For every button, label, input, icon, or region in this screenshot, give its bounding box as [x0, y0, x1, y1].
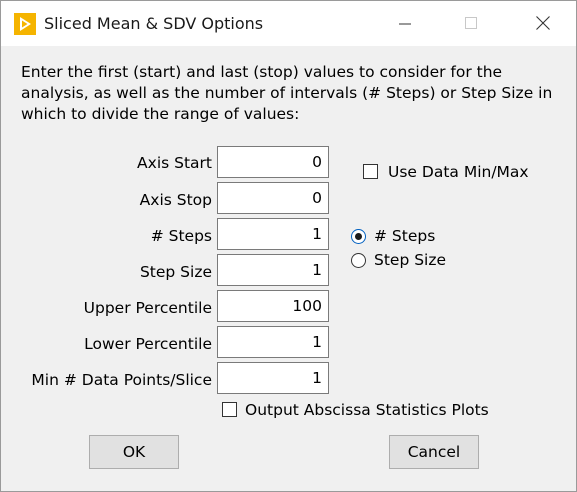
num-steps-radio[interactable]: [351, 229, 366, 244]
min-data-points-input[interactable]: [217, 362, 329, 394]
lower-percentile-input[interactable]: [217, 326, 329, 358]
min-data-points-label: Min # Data Points/Slice: [31, 371, 212, 389]
output-abscissa-checkbox[interactable]: [222, 402, 237, 417]
upper-percentile-label: Upper Percentile: [83, 299, 212, 317]
axis-start-input[interactable]: [217, 146, 329, 178]
step-size-radio-label[interactable]: Step Size: [374, 251, 446, 269]
close-button[interactable]: [513, 1, 573, 46]
step-size-input[interactable]: [217, 254, 329, 286]
instructions-text: Enter the first (start) and last (stop) …: [21, 63, 553, 123]
dialog-window: Sliced Mean & SDV Options Enter the firs…: [0, 0, 577, 492]
num-steps-input[interactable]: [217, 218, 329, 250]
minimize-icon: [399, 23, 411, 25]
step-size-label: Step Size: [139, 263, 212, 281]
close-icon: [536, 16, 550, 30]
num-steps-label: # Steps: [150, 227, 212, 245]
lower-percentile-label: Lower Percentile: [84, 335, 212, 353]
window-title: Sliced Mean & SDV Options: [44, 14, 264, 33]
ok-button[interactable]: OK: [89, 435, 179, 469]
title-bar[interactable]: Sliced Mean & SDV Options: [1, 1, 576, 46]
play-triangle-icon: [14, 13, 36, 35]
axis-start-label: Axis Start: [137, 154, 212, 172]
use-data-minmax-checkbox[interactable]: [363, 164, 378, 179]
maximize-button[interactable]: [441, 1, 501, 46]
num-steps-radio-label[interactable]: # Steps: [374, 227, 435, 245]
step-size-radio[interactable]: [351, 253, 366, 268]
maximize-icon: [465, 17, 477, 29]
cancel-button[interactable]: Cancel: [389, 435, 479, 469]
output-abscissa-label[interactable]: Output Abscissa Statistics Plots: [245, 401, 489, 419]
use-data-minmax-label[interactable]: Use Data Min/Max: [388, 163, 529, 181]
axis-stop-label: Axis Stop: [139, 191, 212, 209]
minimize-button[interactable]: [375, 1, 435, 46]
upper-percentile-input[interactable]: [217, 290, 329, 322]
axis-stop-input[interactable]: [217, 182, 329, 214]
